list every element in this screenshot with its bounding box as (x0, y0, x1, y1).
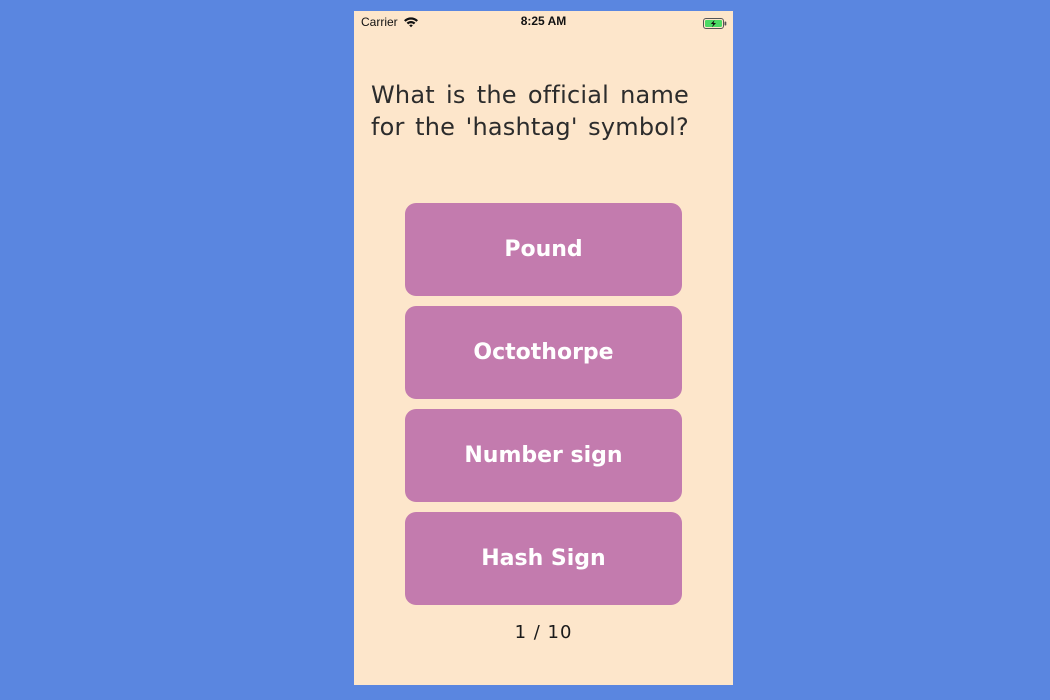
question-text: What is the official name for the 'hasht… (371, 81, 689, 141)
answer-button-pound[interactable]: Pound (405, 203, 682, 296)
question-progress: 1 / 10 (514, 622, 573, 643)
answer-button-number-sign[interactable]: Number sign (405, 409, 682, 502)
battery-charging-icon (703, 16, 727, 29)
answer-button-hash-sign[interactable]: Hash Sign (405, 512, 682, 605)
status-bar: Carrier 8:25 AM (354, 11, 733, 33)
answer-list: Pound Octothorpe Number sign Hash Sign (405, 203, 682, 615)
phone-screen: Carrier 8:25 AM What is the official nam… (354, 11, 733, 685)
answer-button-octothorpe[interactable]: Octothorpe (405, 306, 682, 399)
status-time: 8:25 AM (520, 14, 567, 28)
